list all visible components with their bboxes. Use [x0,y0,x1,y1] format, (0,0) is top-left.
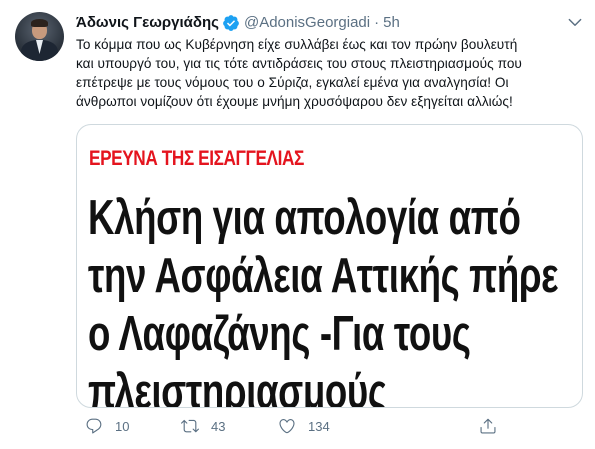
share-button[interactable] [479,414,497,438]
tweet-header: Άδωνις Γεωργιάδης @AdonisGeorgiadi · 5h [76,13,400,33]
retweet-icon [181,419,199,433]
reply-count: 10 [115,418,130,434]
share-icon [480,418,496,434]
card-label: ΕΡΕΥΝΑ ΤΗΣ ΕΙΣΑΓΓΕΛΙΑΣ [89,147,304,170]
like-count: 134 [308,418,330,434]
card-headline-line: πλειστηριασμούς [88,365,387,408]
like-icon [279,419,295,434]
separator-dot: · [374,14,380,31]
card-headline-line: ο Λαφαζάνης -Για τους [88,307,471,361]
tweet[interactable]: Άδωνις Γεωργιάδης @AdonisGeorgiadi · 5h … [0,0,595,449]
retweet-count: 43 [211,418,226,434]
media-card[interactable]: ΕΡΕΥΝΑ ΤΗΣ ΕΙΣΑΓΓΕΛΙΑΣ Κλήση για απολογί… [76,124,583,408]
avatar-hair [31,19,48,27]
tweet-actions: 10 43 134 [76,414,496,438]
avatar[interactable] [15,12,64,61]
tweet-time[interactable]: 5h [383,13,400,33]
retweet-button[interactable]: 43 [181,414,225,438]
author-handle[interactable]: @AdonisGeorgiadi [244,13,370,33]
tweet-text-line: επέτρεψε με τους νόμους του ο Σύριζα, εγ… [76,75,509,90]
reply-icon [86,418,102,434]
like-button[interactable]: 134 [278,414,330,438]
author-name[interactable]: Άδωνις Γεωργιάδης [76,13,219,33]
chevron-down-icon[interactable] [566,13,584,31]
tweet-text-line: Το κόμμα που ως Κυβέρνηση είχε συλλάβει … [76,37,518,52]
reply-button[interactable]: 10 [85,414,129,438]
card-headline: Κλήση για απολογία από την Ασφάλεια Αττι… [88,189,559,408]
tweet-text-line: άνθρωποι νομίζουν ότι έχουμε μνήμη χρυσό… [76,94,513,109]
verified-badge-icon [223,15,239,31]
card-headline-line: την Ασφάλεια Αττικής πήρε [88,249,559,303]
tweet-text-line: και υπουργό του, για τις τότε αντιδράσει… [76,56,522,71]
card-headline-line: Κλήση για απολογία από [88,191,521,245]
tweet-text: Το κόμμα που ως Κυβέρνηση είχε συλλάβει … [76,35,586,111]
